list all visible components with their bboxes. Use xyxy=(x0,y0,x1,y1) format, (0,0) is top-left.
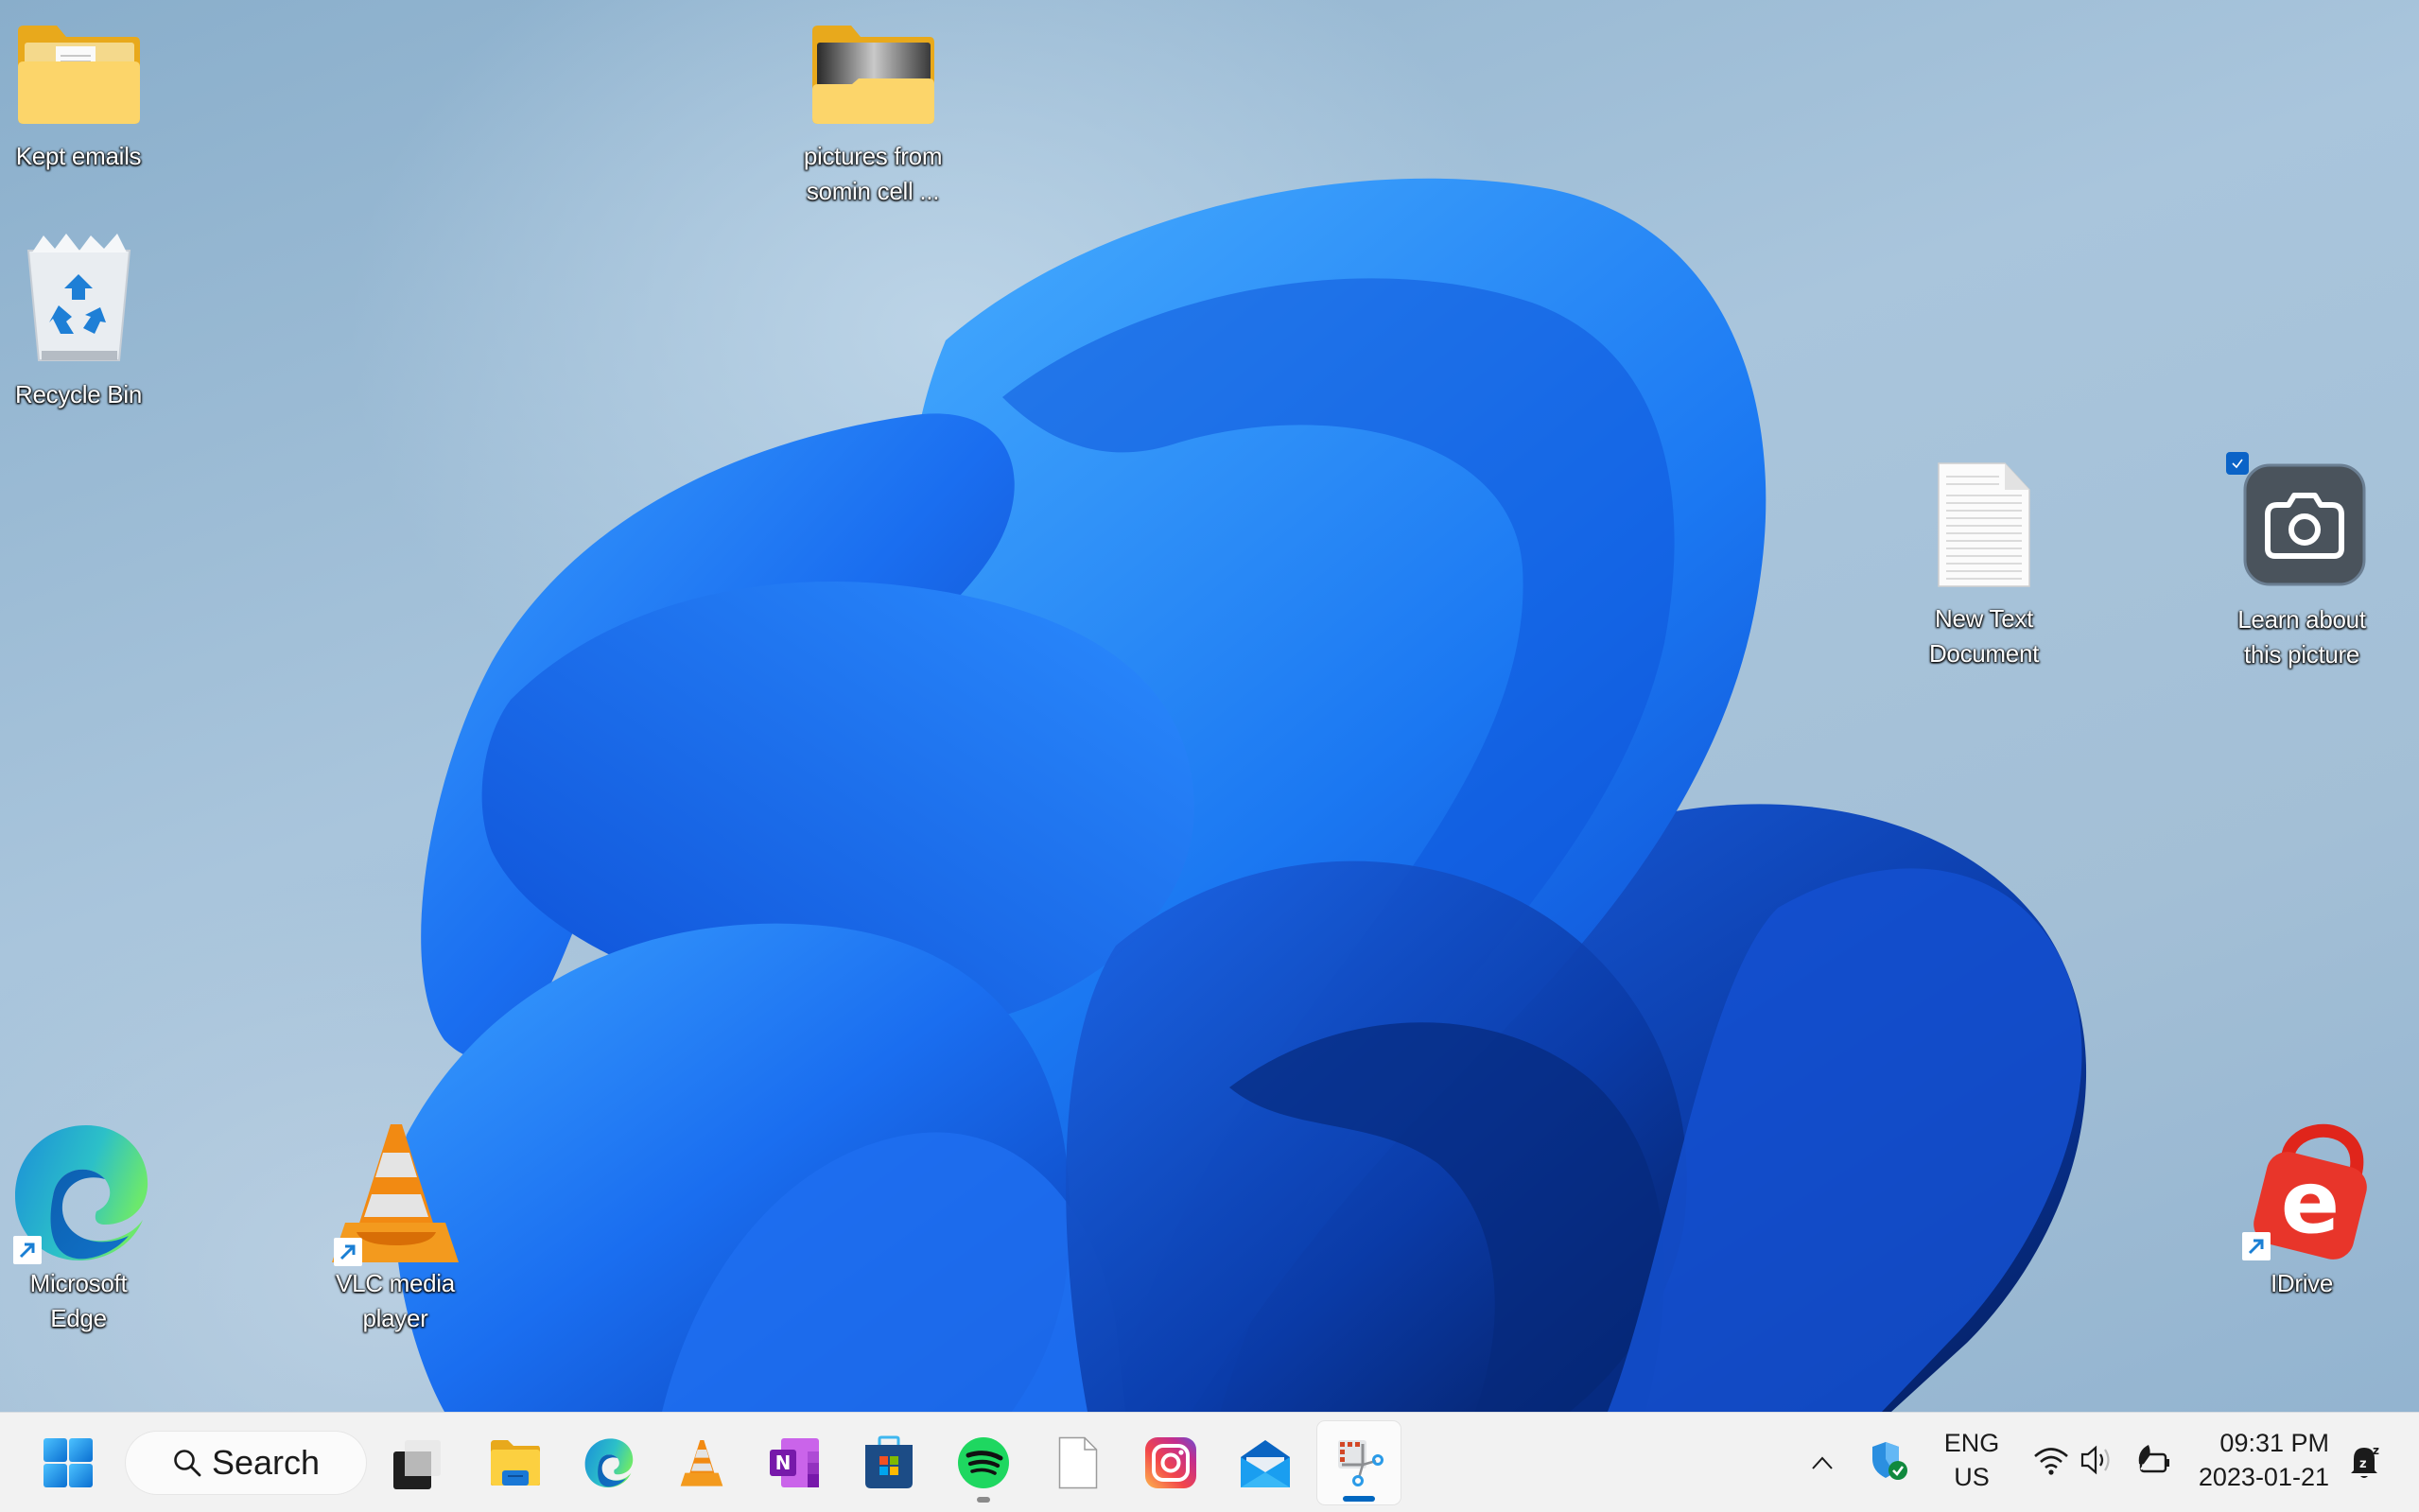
chevron-up-icon xyxy=(1812,1456,1833,1469)
vlc-cone-icon xyxy=(680,1440,723,1486)
taskbar: Search N ENG US 09:31 PM 2023-01-21 z z xyxy=(0,1412,2419,1512)
task-view-icon xyxy=(393,1440,441,1489)
taskbar-blank-document[interactable] xyxy=(1036,1421,1120,1504)
shortcut-arrow-icon xyxy=(2242,1232,2271,1260)
snipping-tool-icon xyxy=(1338,1440,1384,1486)
network-button[interactable] xyxy=(2031,1441,2071,1481)
label-line: New Text xyxy=(1934,604,2034,633)
desktop-icon-vlc-media-player[interactable]: VLC media player xyxy=(315,1121,476,1336)
notifications-button[interactable]: z z xyxy=(2343,1439,2389,1485)
label-line: Document xyxy=(1928,639,2040,668)
idrive-lock-icon: e xyxy=(2231,1121,2373,1264)
file-explorer-icon xyxy=(491,1440,540,1486)
store-icon xyxy=(865,1435,913,1488)
taskbar-microsoft-store[interactable] xyxy=(847,1421,931,1504)
show-hidden-icons-button[interactable] xyxy=(1803,1441,1841,1485)
search-icon xyxy=(174,1450,201,1477)
label-line: Learn about xyxy=(2237,605,2366,634)
windows-start-icon xyxy=(44,1438,93,1487)
do-not-disturb-bell-icon: z z xyxy=(2351,1444,2379,1478)
shortcut-arrow-icon xyxy=(334,1238,362,1266)
desktop-icon-label: Learn about this picture xyxy=(2221,602,2382,672)
desktop-icon-microsoft-edge[interactable]: Microsoft Edge xyxy=(0,1121,159,1336)
desktop-icon-learn-about-this-picture[interactable]: Learn about this picture xyxy=(2221,452,2382,672)
label-line: Edge xyxy=(50,1304,107,1332)
desktop-icon-pictures-from-somin-cell[interactable]: pictures from somin cell ... xyxy=(792,24,953,209)
clock-date: 2023-01-21 xyxy=(2198,1463,2329,1491)
spotify-icon xyxy=(958,1437,1009,1488)
label-line: somin cell ... xyxy=(806,177,940,205)
running-indicator xyxy=(977,1497,990,1503)
folder-with-document-icon xyxy=(15,24,143,126)
edge-icon xyxy=(6,1121,152,1264)
folder-with-photo-icon xyxy=(809,24,937,126)
desktop-icon-label: pictures from somin cell ... xyxy=(792,139,953,209)
label-line: player xyxy=(362,1304,428,1332)
recycle-bin-icon xyxy=(25,232,133,364)
desktop-icon-label: VLC media player xyxy=(315,1266,476,1336)
desktop-icon-new-text-document[interactable]: New Text Document xyxy=(1904,461,2064,671)
language-code: ENG xyxy=(1943,1429,2000,1457)
clock-time: 09:31 PM xyxy=(2219,1429,2329,1457)
taskbar-task-view[interactable] xyxy=(374,1421,458,1504)
volume-button[interactable] xyxy=(2077,1439,2118,1481)
taskbar-onenote[interactable]: N xyxy=(753,1421,836,1504)
clock[interactable]: 09:31 PM 2023-01-21 xyxy=(2199,1426,2329,1494)
label-line: VLC media xyxy=(336,1269,455,1297)
svg-text:z: z xyxy=(2359,1457,2367,1471)
volume-icon xyxy=(2080,1445,2110,1475)
mail-icon xyxy=(1241,1440,1290,1487)
battery-button[interactable] xyxy=(2133,1439,2175,1481)
text-document-icon xyxy=(1937,461,2031,588)
camera-icon xyxy=(2226,452,2368,589)
taskbar-mail[interactable] xyxy=(1224,1421,1307,1504)
input-language-indicator[interactable]: ENG US xyxy=(1939,1426,2005,1494)
taskbar-vlc[interactable] xyxy=(660,1421,743,1504)
taskbar-instagram[interactable] xyxy=(1129,1421,1212,1504)
region-code: US xyxy=(1954,1463,1990,1491)
desktop-icon-label: Recycle Bin xyxy=(15,380,142,408)
desktop-icon-label: New Text Document xyxy=(1904,601,2064,671)
taskbar-spotify[interactable] xyxy=(942,1421,1025,1504)
shortcut-arrow-icon xyxy=(12,1236,42,1264)
vlc-cone-icon xyxy=(324,1121,466,1266)
blank-file-icon xyxy=(1058,1436,1098,1489)
taskbar-file-explorer[interactable] xyxy=(474,1421,557,1504)
battery-saver-icon xyxy=(2138,1445,2169,1473)
svg-text:N: N xyxy=(775,1451,792,1474)
label-line: Microsoft xyxy=(29,1269,128,1297)
desktop-icon-recycle-bin[interactable]: Recycle Bin xyxy=(0,232,159,412)
instagram-icon xyxy=(1145,1437,1196,1488)
label-line: this picture xyxy=(2243,640,2360,669)
start-button[interactable] xyxy=(26,1421,110,1504)
search-label: Search xyxy=(211,1443,321,1482)
desktop-icon-label: IDrive xyxy=(2270,1269,2334,1297)
active-app-indicator xyxy=(1343,1496,1375,1502)
svg-text:z: z xyxy=(2373,1444,2379,1457)
onenote-icon: N xyxy=(770,1438,819,1487)
desktop-icon-label: Kept emails xyxy=(15,142,142,170)
wifi-icon xyxy=(2034,1448,2068,1475)
search-box[interactable]: Search xyxy=(126,1432,366,1494)
label-line: pictures from xyxy=(803,142,943,170)
windows-security-icon xyxy=(1872,1442,1907,1480)
desktop-icon-label: Microsoft Edge xyxy=(0,1266,159,1336)
windows-security-button[interactable] xyxy=(1868,1437,1911,1485)
svg-text:e: e xyxy=(2281,1152,2340,1253)
taskbar-snipping-tool[interactable] xyxy=(1317,1421,1401,1504)
desktop-icon-kept-emails[interactable]: Kept emails xyxy=(0,24,159,174)
edge-icon xyxy=(584,1438,634,1488)
desktop-icon-idrive[interactable]: e IDrive xyxy=(2221,1121,2382,1301)
taskbar-microsoft-edge[interactable] xyxy=(566,1421,650,1504)
